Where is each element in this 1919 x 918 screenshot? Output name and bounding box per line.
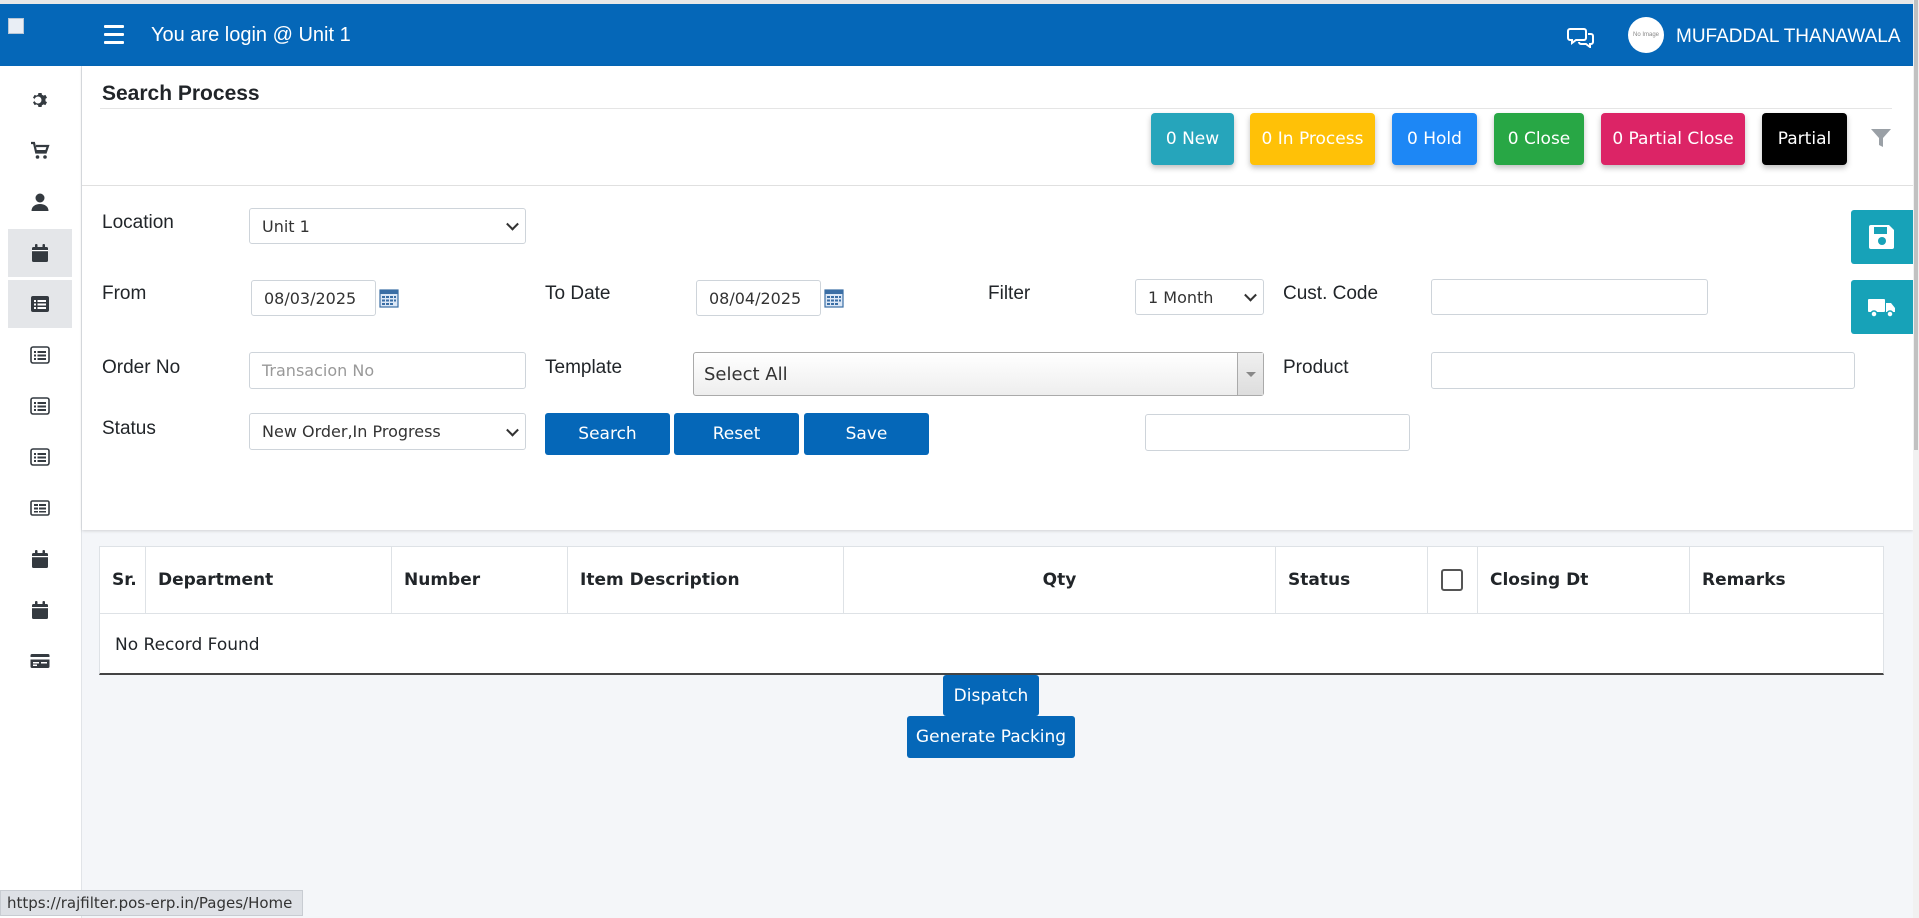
- header-divider: [82, 185, 1913, 186]
- calendar-icon: [32, 550, 48, 568]
- floppy-disk-icon: [1869, 225, 1894, 249]
- in-process-count-button[interactable]: 0 In Process: [1250, 113, 1375, 165]
- user-name[interactable]: MUFADDAL THANAWALA: [1676, 26, 1901, 48]
- sidebar-item-settings[interactable]: [8, 76, 72, 124]
- product-label: Product: [1283, 357, 1349, 378]
- sidebar-item-calendar-1[interactable]: [8, 229, 72, 277]
- sidebar-item-card[interactable]: [8, 637, 72, 685]
- template-select-value: Select All: [704, 363, 788, 385]
- status-label: Status: [102, 418, 156, 439]
- save-button[interactable]: Save: [804, 413, 929, 455]
- extra-input[interactable]: [1145, 414, 1410, 451]
- top-header: You are login @ Unit 1 No Image MUFADDAL…: [0, 4, 1913, 66]
- title-divider: [100, 108, 1892, 109]
- to-calendar-icon[interactable]: [824, 288, 844, 308]
- avatar[interactable]: No Image: [1628, 17, 1664, 53]
- from-date-input[interactable]: 08/03/2025: [251, 280, 376, 316]
- results-table: Sr. Department Number Item Description Q…: [99, 546, 1884, 675]
- generate-packing-button[interactable]: Generate Packing: [907, 716, 1075, 758]
- chat-icon[interactable]: [1567, 26, 1595, 49]
- filter-label: Filter: [988, 283, 1031, 304]
- column-header-item-description: Item Description: [568, 547, 844, 613]
- status-select[interactable]: New Order,In Progress: [249, 413, 526, 450]
- cart-icon: [31, 141, 50, 159]
- sidebar-item-list-3[interactable]: [8, 382, 72, 430]
- column-header-number: Number: [392, 547, 568, 613]
- status-bar-url: https://rajfilter.pos-erp.in/Pages/Home: [0, 890, 304, 916]
- list-icon: [30, 448, 50, 466]
- list-icon: [31, 296, 49, 312]
- truck-icon: [1868, 299, 1895, 318]
- list-alt-icon: [30, 500, 50, 516]
- close-count-button[interactable]: 0 Close: [1494, 113, 1584, 165]
- filter-select[interactable]: 1 Month: [1135, 279, 1264, 315]
- column-header-select: [1428, 547, 1478, 613]
- cust-code-input[interactable]: [1431, 279, 1708, 315]
- menu-toggle-icon[interactable]: [104, 25, 128, 47]
- login-unit-text: You are login @ Unit 1: [151, 24, 351, 46]
- empty-table-message: No Record Found: [115, 635, 260, 655]
- from-calendar-icon[interactable]: [379, 288, 399, 308]
- sidebar-item-cart[interactable]: [8, 127, 72, 175]
- partial-button[interactable]: Partial: [1762, 113, 1847, 165]
- page-scrollbar-thumb[interactable]: [1914, 0, 1918, 450]
- column-header-sr: Sr.: [100, 547, 146, 613]
- list-icon: [30, 397, 50, 415]
- column-header-closing-dt: Closing Dt: [1478, 547, 1690, 613]
- to-date-label: To Date: [545, 283, 611, 304]
- product-input[interactable]: [1431, 352, 1855, 389]
- sidebar-item-list-2[interactable]: [8, 331, 72, 379]
- order-no-input[interactable]: Transacion No: [249, 352, 526, 389]
- header-row-divider: [100, 613, 1883, 614]
- template-label: Template: [545, 357, 623, 378]
- sidebar-item-calendar-3[interactable]: [8, 586, 72, 634]
- order-no-label: Order No: [102, 357, 181, 378]
- gear-icon: [33, 93, 47, 107]
- location-select[interactable]: Unit 1: [249, 208, 526, 244]
- from-label: From: [102, 283, 147, 304]
- new-count-button[interactable]: 0 New: [1151, 113, 1234, 165]
- filter-icon[interactable]: [1870, 127, 1892, 149]
- sidebar-item-calendar-2[interactable]: [8, 535, 72, 583]
- calendar-icon: [32, 244, 48, 262]
- logo-area[interactable]: [0, 4, 82, 66]
- partial-close-count-button[interactable]: 0 Partial Close: [1601, 113, 1745, 165]
- column-header-status: Status: [1276, 547, 1428, 613]
- list-icon: [30, 346, 50, 364]
- hold-count-button[interactable]: 0 Hold: [1392, 113, 1477, 165]
- column-header-remarks: Remarks: [1702, 570, 1786, 590]
- user-icon: [31, 193, 49, 211]
- template-select[interactable]: Select All: [693, 352, 1264, 396]
- save-side-button[interactable]: [1851, 210, 1913, 264]
- delivery-side-button[interactable]: [1851, 280, 1913, 334]
- sidebar-item-list-4[interactable]: [8, 433, 72, 481]
- column-header-department: Department: [146, 547, 392, 613]
- to-date-input[interactable]: 08/04/2025: [696, 280, 821, 316]
- reset-button[interactable]: Reset: [674, 413, 799, 455]
- cust-code-label: Cust. Code: [1283, 283, 1379, 304]
- chevron-down-icon[interactable]: [1237, 353, 1263, 395]
- sidebar-item-list-1[interactable]: [8, 280, 72, 328]
- location-label: Location: [102, 212, 174, 233]
- column-header-qty: Qty: [844, 547, 1276, 613]
- card-icon: [30, 654, 50, 668]
- dispatch-button[interactable]: Dispatch: [943, 675, 1039, 716]
- search-button[interactable]: Search: [545, 413, 670, 455]
- sidebar-item-user[interactable]: [8, 178, 72, 226]
- sidebar-item-list-alt[interactable]: [8, 484, 72, 532]
- page-title: Search Process: [102, 82, 260, 105]
- broken-logo-image: [8, 18, 24, 34]
- select-all-checkbox[interactable]: [1441, 569, 1463, 591]
- calendar-icon: [32, 601, 48, 619]
